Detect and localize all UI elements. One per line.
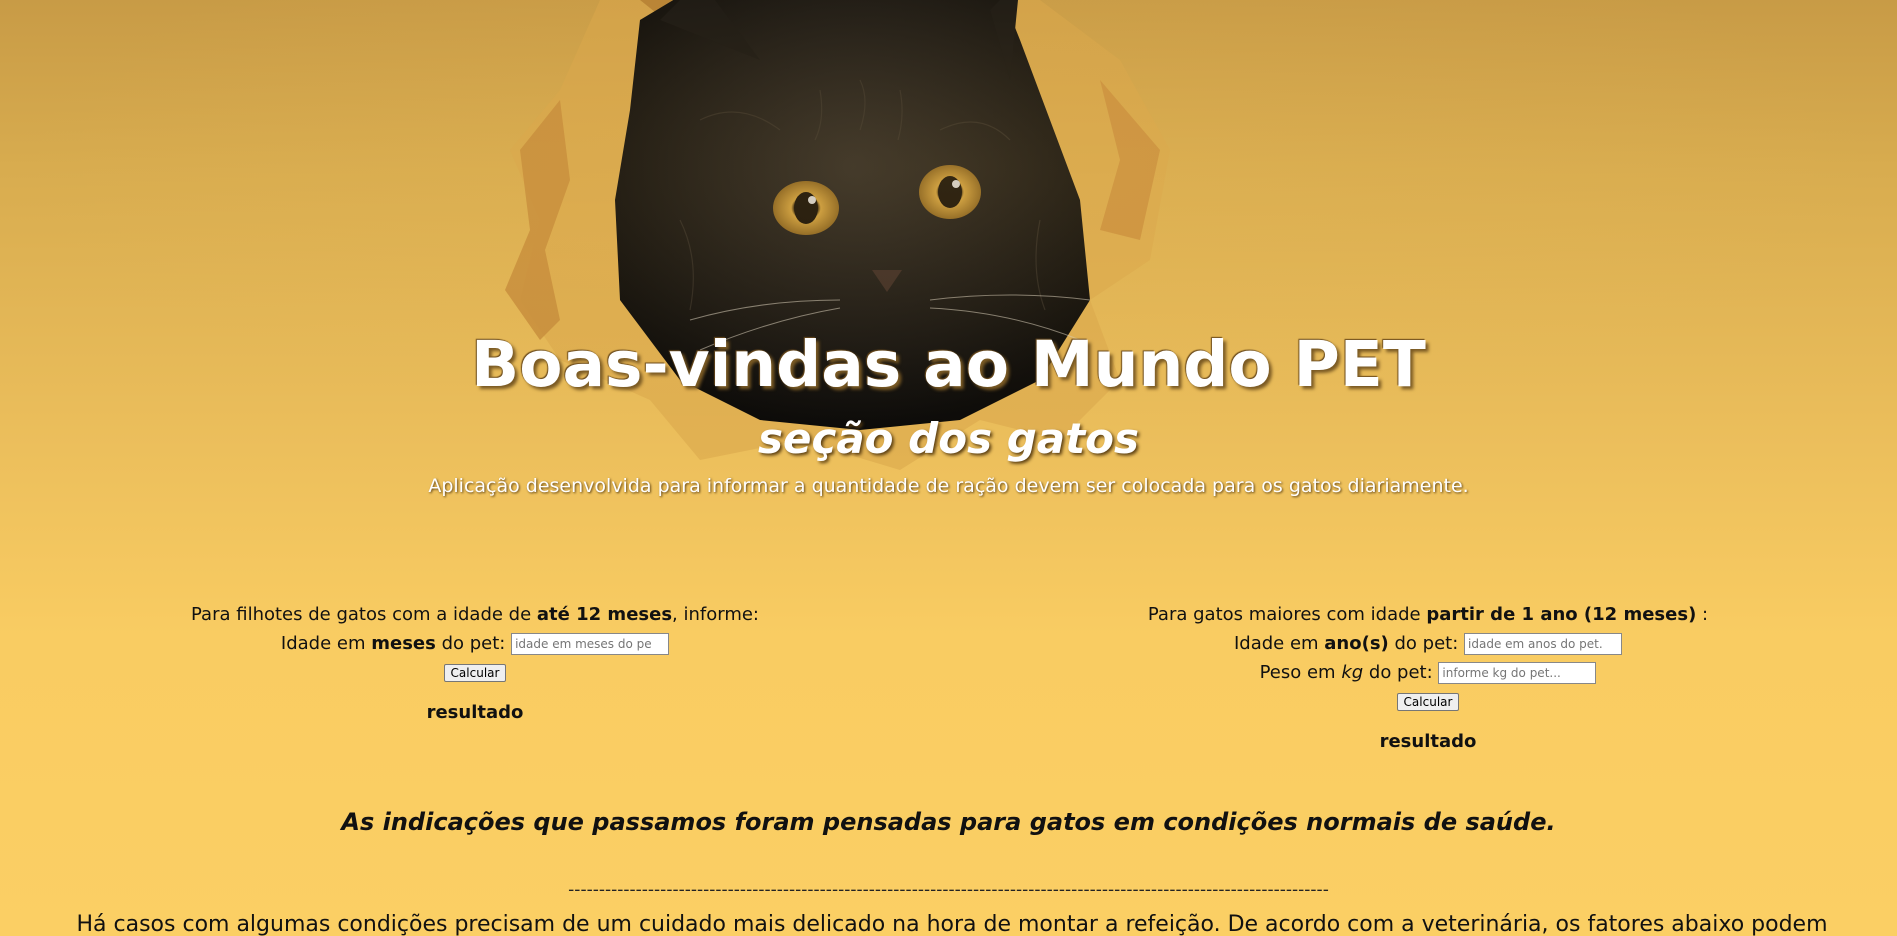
page-title: Boas-vindas ao Mundo PET xyxy=(471,328,1426,401)
health-note: As indicações que passamos foram pensada… xyxy=(341,808,1556,836)
kitten-button-row: Calcular xyxy=(175,658,775,687)
adult-age-input[interactable] xyxy=(1464,633,1623,655)
adult-calculate-button[interactable]: Calcular xyxy=(1396,693,1460,711)
kitten-form: Para filhotes de gatos com a idade de at… xyxy=(175,600,775,725)
kitten-result: resultado xyxy=(426,702,524,723)
kitten-age-label-bold: meses xyxy=(371,633,436,654)
kitten-age-label-prefix: Idade em xyxy=(280,633,372,654)
calculator-forms: Para filhotes de gatos com a idade de at… xyxy=(0,600,1897,780)
page-description: Aplicação desenvolvida para informar a q… xyxy=(428,475,1469,497)
adult-age-label-bold: ano(s) xyxy=(1324,633,1389,654)
dashed-divider: ----------------------------------------… xyxy=(568,880,1329,900)
kitten-intro-suffix: , informe: xyxy=(672,604,759,625)
kitten-intro-bold: até 12 meses xyxy=(536,604,673,625)
kitten-calculate-button[interactable]: Calcular xyxy=(443,664,507,682)
adult-age-row: Idade em ano(s) do pet: xyxy=(1128,629,1728,658)
adult-intro-prefix: Para gatos maiores com idade xyxy=(1147,604,1427,625)
page-subtitle: seção dos gatos xyxy=(757,414,1140,463)
info-paragraph: Há casos com algumas condições precisam … xyxy=(22,908,1882,936)
hero-banner: Boas-vindas ao Mundo PET seção dos gatos… xyxy=(0,0,1897,560)
kitten-age-input[interactable] xyxy=(511,633,670,655)
kitten-age-label-suffix: do pet: xyxy=(435,633,506,654)
adult-age-label-prefix: Idade em xyxy=(1233,633,1325,654)
adult-weight-input[interactable] xyxy=(1438,662,1597,684)
adult-intro: Para gatos maiores com idade partir de 1… xyxy=(1128,600,1728,629)
adult-form: Para gatos maiores com idade partir de 1… xyxy=(1128,600,1728,754)
adult-intro-bold: partir de 1 ano (12 meses) xyxy=(1426,604,1697,625)
adult-weight-label-suffix: do pet: xyxy=(1363,662,1433,683)
adult-weight-row: Peso em kg do pet: xyxy=(1128,658,1728,687)
adult-weight-label-prefix: Peso em xyxy=(1259,662,1342,683)
adult-age-label-suffix: do pet: xyxy=(1388,633,1459,654)
adult-intro-suffix: : xyxy=(1696,604,1709,625)
adult-result: resultado xyxy=(1379,731,1477,752)
adult-weight-label-italic: kg xyxy=(1341,662,1364,683)
page: Boas-vindas ao Mundo PET seção dos gatos… xyxy=(0,0,1897,936)
adult-button-row: Calcular xyxy=(1128,687,1728,716)
kitten-age-row: Idade em meses do pet: xyxy=(175,629,775,658)
kitten-intro-prefix: Para filhotes de gatos com a idade de xyxy=(191,604,537,625)
kitten-intro: Para filhotes de gatos com a idade de at… xyxy=(175,600,775,629)
